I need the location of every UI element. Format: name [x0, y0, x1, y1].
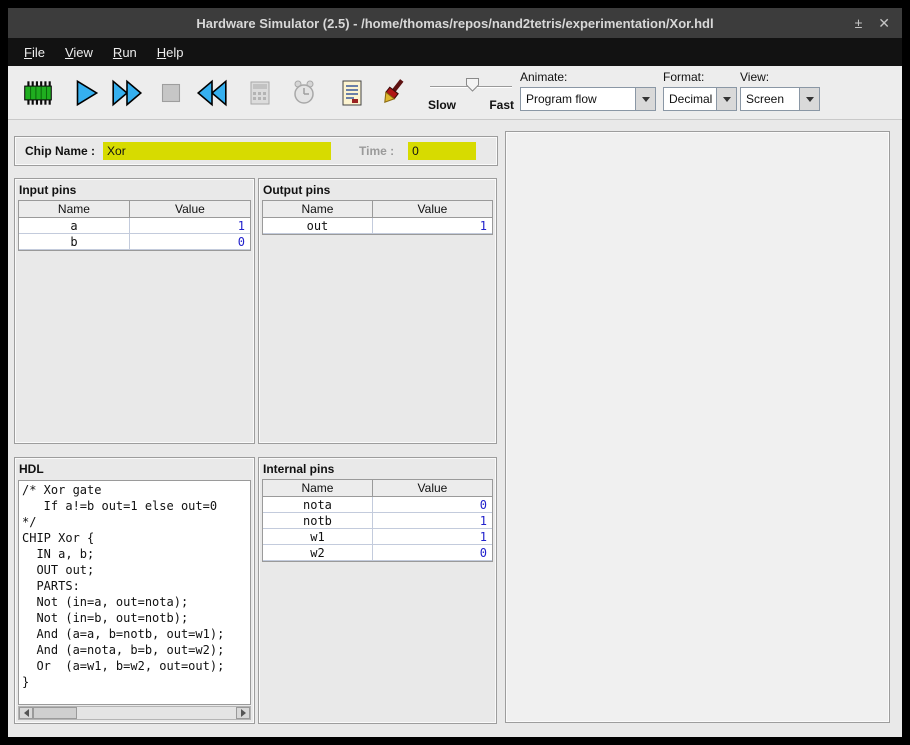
input-pins-table: Name Value a 1 b 0	[18, 200, 251, 251]
screen-view-panel	[505, 131, 890, 723]
time-field: 0	[408, 142, 476, 160]
pin-value: 1	[373, 218, 492, 233]
hdl-panel: HDL /* Xor gate If a!=b out=1 else out=0…	[14, 457, 255, 724]
single-step-icon	[69, 76, 103, 110]
pin-value: 1	[373, 513, 492, 528]
calculator-icon	[244, 77, 276, 109]
pin-name: w2	[263, 545, 373, 560]
pin-value: 0	[373, 545, 492, 560]
chevron-down-icon[interactable]	[635, 88, 655, 110]
table-row: out 1	[263, 218, 492, 234]
hdl-title: HDL	[15, 458, 254, 478]
table-row: w1 1	[263, 529, 492, 545]
pin-value: 1	[373, 529, 492, 544]
slider-thumb[interactable]	[466, 78, 479, 92]
menu-bar: File View Run Help	[8, 38, 902, 66]
pin-name: b	[19, 234, 130, 249]
input-pins-title: Input pins	[15, 179, 254, 199]
input-pins-panel: Input pins Name Value a 1 b 0	[14, 178, 255, 444]
menu-view[interactable]: View	[55, 40, 103, 65]
single-step-button[interactable]	[66, 73, 106, 113]
internal-pins-panel: Internal pins Name Value nota 0 notb 1 w…	[258, 457, 497, 724]
scrollbar-thumb[interactable]	[33, 707, 77, 719]
table-row: nota 0	[263, 497, 492, 513]
chip-icon	[21, 76, 55, 110]
chip-name-field: Xor	[103, 142, 331, 160]
pin-value: 0	[373, 497, 492, 512]
brush-icon	[375, 76, 409, 110]
internal-pins-title: Internal pins	[259, 458, 496, 478]
stop-button[interactable]	[151, 73, 191, 113]
chip-header: Chip Name : Xor Time : 0	[14, 136, 498, 166]
load-chip-button[interactable]	[18, 73, 58, 113]
table-row: w2 0	[263, 545, 492, 561]
table-header: Name Value	[263, 480, 492, 497]
chip-name-label: Chip Name :	[25, 144, 95, 158]
hdl-code: /* Xor gate If a!=b out=1 else out=0 */ …	[22, 482, 247, 690]
stop-icon	[154, 76, 188, 110]
script-icon	[336, 77, 368, 109]
output-pins-panel: Output pins Name Value out 1	[258, 178, 497, 444]
internal-pins-table: Name Value nota 0 notb 1 w1 1 w2 0	[262, 479, 493, 562]
toolbar: Slow Fast Animate: Program flow Format: …	[8, 66, 902, 120]
script-button[interactable]	[332, 73, 372, 113]
title-bar[interactable]: Hardware Simulator (2.5) - /home/thomas/…	[8, 8, 902, 38]
pin-name: a	[19, 218, 130, 233]
window-controls: ± ✕	[855, 8, 890, 38]
hdl-horizontal-scrollbar[interactable]	[18, 706, 251, 720]
app-window: Hardware Simulator (2.5) - /home/thomas/…	[8, 8, 902, 737]
output-pins-title: Output pins	[259, 179, 496, 199]
rewind-icon	[195, 76, 229, 110]
view-label: View:	[740, 70, 820, 84]
run-button[interactable]	[107, 73, 147, 113]
pin-value[interactable]: 1	[130, 218, 250, 233]
maximize-icon[interactable]: ±	[855, 16, 863, 30]
format-label: Format:	[663, 70, 737, 84]
animate-group: Animate: Program flow	[520, 70, 656, 111]
clear-button[interactable]	[372, 73, 412, 113]
pin-value[interactable]: 0	[130, 234, 250, 249]
close-icon[interactable]: ✕	[878, 16, 890, 30]
time-label: Time :	[359, 144, 394, 158]
table-header: Name Value	[19, 201, 250, 218]
slider-slow-label: Slow	[428, 98, 456, 112]
table-row: notb 1	[263, 513, 492, 529]
animate-label: Animate:	[520, 70, 656, 84]
slider-fast-label: Fast	[489, 98, 514, 112]
menu-run[interactable]: Run	[103, 40, 147, 65]
scrollbar-track[interactable]	[77, 707, 236, 719]
format-group: Format: Decimal	[663, 70, 737, 111]
pin-name: notb	[263, 513, 373, 528]
menu-help[interactable]: Help	[147, 40, 194, 65]
output-pins-table: Name Value out 1	[262, 200, 493, 235]
fast-forward-icon	[110, 76, 144, 110]
chevron-down-icon[interactable]	[799, 88, 819, 110]
menu-file[interactable]: File	[14, 40, 55, 65]
reset-button[interactable]	[192, 73, 232, 113]
animate-select[interactable]: Program flow	[520, 87, 656, 111]
pin-name: out	[263, 218, 373, 233]
format-select[interactable]: Decimal	[663, 87, 737, 111]
pin-name: nota	[263, 497, 373, 512]
table-header: Name Value	[263, 201, 492, 218]
hdl-code-area[interactable]: /* Xor gate If a!=b out=1 else out=0 */ …	[18, 480, 251, 705]
scroll-right-icon[interactable]	[236, 707, 250, 719]
scroll-left-icon[interactable]	[19, 707, 33, 719]
speed-slider[interactable]: Slow Fast	[428, 74, 514, 116]
table-row: b 0	[19, 234, 250, 250]
window-title: Hardware Simulator (2.5) - /home/thomas/…	[196, 16, 713, 31]
view-group: View: Screen	[740, 70, 820, 111]
pin-name: w1	[263, 529, 373, 544]
chevron-down-icon[interactable]	[716, 88, 736, 110]
calculator-button[interactable]	[240, 73, 280, 113]
clock-button[interactable]	[284, 73, 324, 113]
table-row: a 1	[19, 218, 250, 234]
view-select[interactable]: Screen	[740, 87, 820, 111]
clock-icon	[288, 77, 320, 109]
